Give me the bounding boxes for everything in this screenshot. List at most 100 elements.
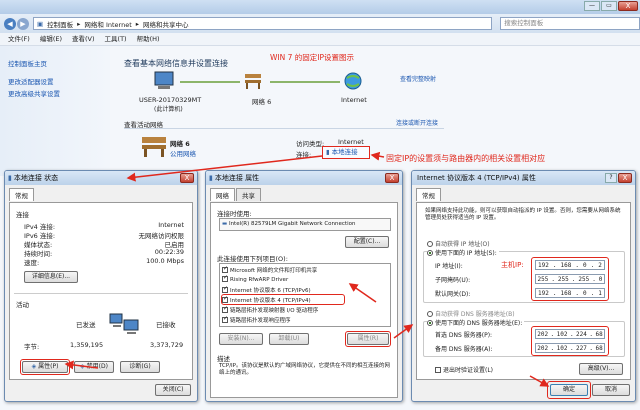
annotation-title: WIN 7 的固定IP设置图示 — [270, 53, 355, 62]
ip-annotation: 主机IP: — [501, 261, 524, 269]
breadcrumb-item[interactable]: 网络和共享中心 — [143, 19, 189, 29]
connection-header: 连接 — [16, 211, 29, 219]
ipv4-close-button[interactable]: X — [618, 173, 632, 183]
breadcrumb[interactable]: ▣ 控制面板 ▸ 网络和 Internet ▸ 网络和共享中心 — [32, 17, 493, 30]
control-panel-icon: ▣ — [36, 19, 44, 28]
address-bar-row: ◀ ▶ ▣ 控制面板 ▸ 网络和 Internet ▸ 网络和共享中心 搜索控制面板 — [0, 14, 640, 33]
divider — [124, 128, 444, 129]
status-dialog: ▮ 本地连接 状态 X 常规 连接 IPv4 连接: Internet IPv6… — [4, 170, 198, 402]
list-item[interactable]: Rising RfwARP Driver — [222, 274, 288, 283]
sent-label: 已发送 — [76, 321, 96, 329]
menu-edit[interactable]: 编辑(E) — [40, 33, 62, 45]
configure-button[interactable]: 配置(C)... — [345, 236, 389, 248]
active-network-title: 网络 6 — [170, 140, 190, 148]
adapter-icon: ▬ — [222, 221, 228, 227]
received-label: 已接收 — [156, 321, 176, 329]
list-item[interactable]: 链路层拓扑发现映射器 I/O 驱动程序 — [222, 305, 318, 314]
menu-file[interactable]: 文件(F) — [8, 33, 30, 45]
ip-settings-highlight — [531, 257, 609, 301]
description-header: 描述 — [217, 355, 230, 363]
status-dialog-title: 本地连接 状态 — [13, 174, 59, 182]
menu-view[interactable]: 查看(V) — [72, 33, 95, 45]
sidebar: 控制面板主页 更改适配器设置 更改高级共享设置 — [0, 46, 110, 176]
breadcrumb-item[interactable]: 控制面板 — [47, 19, 73, 29]
auto-dns-radio[interactable]: 自动获得 DNS 服务器地址(B) — [427, 309, 515, 318]
back-icon[interactable]: ◀ — [4, 17, 16, 30]
ipv4-panel: 如果网络支持此功能，则可以获取自动指派的 IP 设置。否则，您需要从网络系统管理… — [416, 202, 631, 380]
tab-network[interactable]: 网络 — [210, 188, 235, 201]
disable-button-label: 禁用(D) — [86, 363, 108, 370]
validate-checkbox[interactable]: 退出时验证设置(L) — [435, 365, 493, 374]
divider — [14, 293, 188, 294]
manual-ip-radio[interactable]: 使用下面的 IP 地址(S): — [427, 248, 499, 257]
install-button[interactable]: 安装(N)... — [219, 333, 263, 345]
connection-link[interactable]: ▮ 本地连接 — [322, 146, 370, 159]
connect-link[interactable]: 连接或断开连接 — [396, 118, 438, 127]
full-map-link[interactable]: 查看完整映射 — [400, 74, 436, 83]
computer-sub: (此计算机) — [154, 106, 183, 113]
items-list: Microsoft 网络的文件和打印机共享 Rising RfwARP Driv… — [219, 263, 391, 327]
sent-value: 1,359,195 — [70, 341, 104, 349]
info-text: 如果网络支持此功能，则可以获取自动指派的 IP 设置。否则，您需要从网络系统管理… — [425, 208, 621, 221]
connection-value: 本地连接 — [331, 148, 358, 156]
network-name: 网络 6 — [252, 98, 272, 106]
close-button[interactable]: X — [618, 1, 638, 11]
diagnose-button[interactable]: 诊断(G) — [120, 361, 160, 373]
dns-settings-highlight — [531, 326, 609, 356]
page-title: 查看基本网络信息并设置连接 — [124, 59, 228, 68]
sidebar-item-home[interactable]: 控制面板主页 — [8, 58, 47, 68]
sidebar-item-adapter[interactable]: 更改适配器设置 — [8, 76, 54, 86]
mask-label: 子网掩码(U): — [435, 277, 471, 284]
network-type-link[interactable]: 公用网络 — [170, 148, 196, 158]
list-item[interactable]: 链路层拓扑发现响应程序 — [222, 315, 291, 324]
adapter-name: Intel(R) 82579LM Gigabit Network Connect… — [228, 221, 356, 227]
ok-highlight — [547, 381, 591, 399]
dns1-label: 首选 DNS 服务器(P): — [435, 332, 493, 339]
sidebar-item-sharing[interactable]: 更改高级共享设置 — [8, 88, 60, 98]
properties-dialog: ▮ 本地连接 属性 X 网络 共享 连接时使用: ▬ Intel(R) 8257… — [205, 170, 403, 402]
properties-button-highlight — [345, 331, 391, 347]
status-label: 速度: — [24, 259, 40, 267]
dns2-label: 备用 DNS 服务器(A): — [435, 346, 493, 353]
status-panel: 连接 IPv4 连接: Internet IPv6 连接: 无网络访问权限 媒体… — [9, 202, 193, 380]
menu-tools[interactable]: 工具(T) — [105, 33, 127, 45]
ipv4-highlight — [221, 294, 345, 305]
disable-button[interactable]: ◈ 禁用(D) — [74, 361, 114, 373]
shield-icon: ◈ — [80, 363, 85, 370]
tab-sharing[interactable]: 共享 — [236, 188, 261, 201]
computer-name: USER-20170329MT — [139, 96, 202, 104]
bench-icon — [142, 137, 166, 157]
properties-close-button[interactable]: X — [385, 173, 399, 183]
bytes-label: 字节: — [24, 343, 40, 351]
menu-help[interactable]: 帮助(H) — [137, 33, 160, 45]
breadcrumb-item[interactable]: 网络和 Internet — [84, 19, 131, 29]
access-type-value: Internet — [338, 138, 364, 146]
details-button[interactable]: 详细信息(E)... — [24, 271, 78, 283]
access-type-label: 访问类型: — [296, 140, 325, 148]
help-button[interactable]: ? — [605, 173, 617, 183]
forward-icon[interactable]: ▶ — [16, 17, 29, 30]
adapter-field: ▬ Intel(R) 82579LM Gigabit Network Conne… — [219, 218, 391, 231]
minimize-button[interactable]: — — [584, 1, 600, 11]
internet-label: Internet — [341, 96, 367, 104]
status-close-bottom-button[interactable]: 关闭(C) — [155, 384, 191, 396]
network-icon: ▮ — [326, 148, 330, 156]
globe-icon — [344, 72, 362, 90]
restore-button[interactable]: ▭ — [601, 1, 617, 11]
list-item[interactable]: Microsoft 网络的文件和打印机共享 — [222, 265, 317, 274]
tab-general[interactable]: 常规 — [9, 188, 34, 201]
advanced-button[interactable]: 高级(V)... — [579, 363, 623, 375]
gateway-label: 默认网关(D): — [435, 291, 471, 298]
cancel-button[interactable]: 取消 — [592, 384, 630, 396]
manual-dns-radio[interactable]: 使用下面的 DNS 服务器地址(E): — [427, 318, 525, 327]
received-value: 3,373,729 — [150, 341, 184, 349]
search-input[interactable]: 搜索控制面板 — [500, 17, 640, 30]
tab-general[interactable]: 常规 — [416, 188, 441, 201]
auto-ip-radio[interactable]: 自动获得 IP 地址(O) — [427, 239, 490, 248]
items-header: 此连接使用下列项目(O): — [217, 255, 288, 263]
ip-label: IP 地址(I): — [435, 263, 463, 270]
uninstall-button[interactable]: 卸载(U) — [269, 333, 309, 345]
explorer-titlebar: — ▭ X — [0, 0, 640, 14]
status-close-button[interactable]: X — [180, 173, 194, 183]
list-item[interactable]: Internet 协议版本 6 (TCP/IPv6) — [222, 285, 311, 294]
